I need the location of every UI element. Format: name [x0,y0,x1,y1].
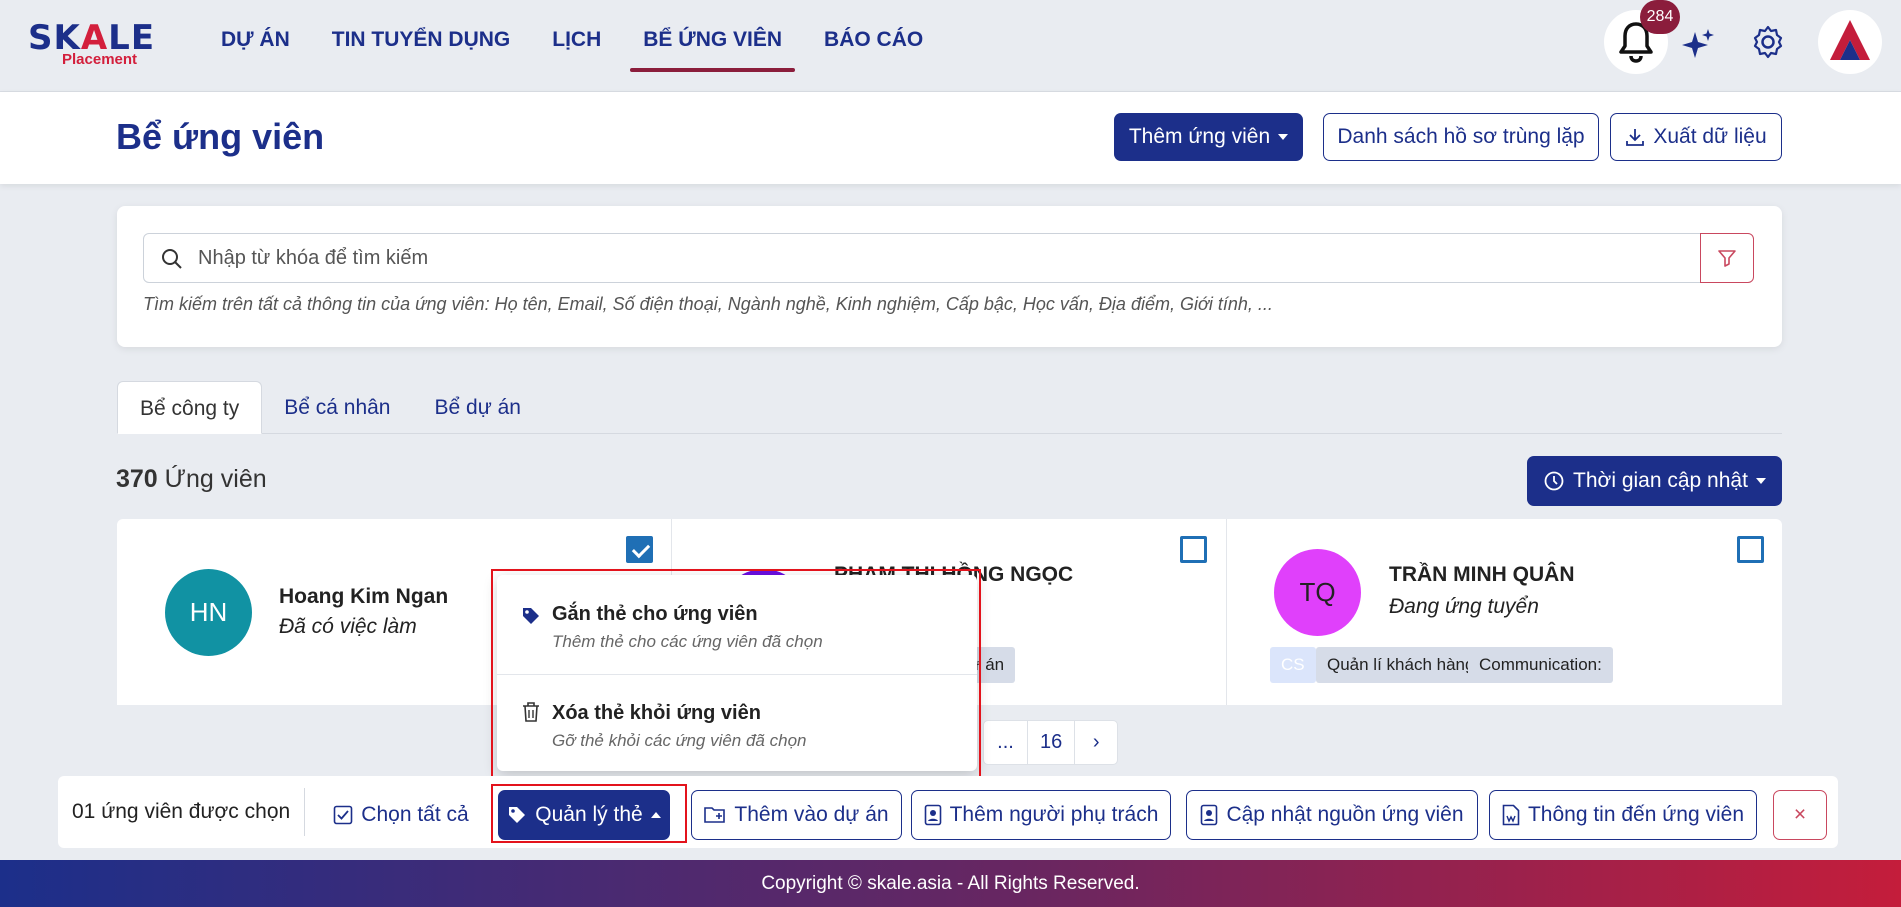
trash-icon [523,702,539,722]
tag-icon [509,807,526,823]
candidate-tag: Quản lí khách hàng [1316,647,1486,683]
id-badge-icon [1201,804,1218,826]
tab-be-cong-ty[interactable]: Bể công ty [117,381,263,434]
candidate-avatar: HN [165,569,252,656]
manage-tags-button[interactable]: Quản lý thẻ [498,790,670,840]
tag-icon [523,608,539,624]
candidate-status: Đã có việc làm [279,615,417,638]
checkbox-icon [333,805,353,825]
select-all-button[interactable]: Chọn tất cả [326,790,476,840]
search-icon [162,249,182,269]
pool-tabs: Bể công ty Bể cá nhân Bể dự án [117,381,1782,434]
page-header: Bể ứng viên Thêm ứng viên Danh sách hồ s… [0,92,1901,184]
candidate-count: 370 Ứng viên [116,465,267,493]
nav-item-lich[interactable]: LỊCH [531,0,622,72]
candidate-status: Đang ứng tuyển [1389,595,1539,618]
copyright-text: Copyright © skale.asia - All Rights Rese… [761,872,1140,894]
close-button[interactable]: × [1773,790,1827,840]
id-badge-icon [924,804,941,826]
add-candidate-button[interactable]: Thêm ứng viên [1114,113,1303,161]
tag-menu: Gắn thẻ cho ứng viên Thêm thẻ cho các ứn… [497,575,977,771]
clock-icon [1544,471,1564,491]
nav-item-be-ung-vien[interactable]: BỂ ỨNG VIÊN [622,0,803,72]
menu-item-remove-tag[interactable]: Xóa thẻ khỏi ứng viên Gỡ thẻ khỏi các ứn… [497,674,977,766]
divider [304,788,305,836]
selected-count: 01 ứng viên được chọn [72,800,291,823]
page-title: Bể ứng viên [116,116,325,157]
search-hint: Tìm kiếm trên tất cả thông tin của ứng v… [143,294,1273,314]
candidate-card[interactable]: TQ TRẦN MINH QUÂN Đang ứng tuyển CS Quản… [1227,519,1782,705]
duplicate-profiles-button[interactable]: Danh sách hồ sơ trùng lặp [1323,113,1599,161]
caret-up-icon [650,812,661,818]
filter-button[interactable] [1700,233,1754,283]
page-next[interactable]: › [1074,721,1117,764]
add-to-project-button[interactable]: Thêm vào dự án [691,790,902,840]
nav-item-bao-cao[interactable]: BÁO CÁO [803,0,944,72]
footer: Copyright © skale.asia - All Rights Rese… [0,860,1901,907]
candidate-checkbox[interactable] [626,536,653,563]
download-icon [1626,129,1645,146]
folder-plus-icon [704,807,726,823]
update-source-button[interactable]: Cập nhật nguồn ứng viên [1186,790,1478,840]
add-owner-button[interactable]: Thêm người phụ trách [911,790,1171,840]
pagination: ... 16 › [983,720,1119,765]
candidate-checkbox[interactable] [1737,536,1764,563]
document-icon [1502,804,1520,826]
search-box [143,233,1725,283]
page-last[interactable]: 16 [1027,721,1074,764]
candidate-name: TRẦN MINH QUÂN [1389,563,1575,586]
search-card: Tìm kiếm trên tất cả thông tin của ứng v… [117,206,1782,347]
filter-icon [1718,250,1736,267]
caret-down-icon [1755,478,1766,484]
menu-item-add-tag[interactable]: Gắn thẻ cho ứng viên Thêm thẻ cho các ứn… [497,575,977,667]
page-ellipsis: ... [997,731,1014,753]
export-data-button[interactable]: Xuất dữ liệu [1610,113,1782,161]
main-nav: DỰ ÁN TIN TUYỂN DỤNG LỊCH BỂ ỨNG VIÊN BÁ… [200,0,944,92]
candidate-tag: CS [1270,647,1316,683]
nav-item-du-an[interactable]: DỰ ÁN [200,0,311,72]
bulk-action-bar: 01 ứng viên được chọn Chọn tất cả Quản l… [58,776,1838,848]
ai-sparkle-icon[interactable] [1680,26,1716,62]
candidate-avatar: TQ [1274,549,1361,636]
top-navbar: SKALE Placement DỰ ÁN TIN TUYỂN DỤNG LỊC… [0,0,1901,92]
settings-gear-icon[interactable] [1748,22,1788,62]
candidate-name: Hoang Kim Ngan [279,585,449,608]
tab-be-ca-nhan[interactable]: Bể cá nhân [262,381,412,434]
sort-update-time-button[interactable]: Thời gian cập nhật [1527,456,1782,506]
nav-item-tin-tuyen-dung[interactable]: TIN TUYỂN DỤNG [311,0,532,72]
user-avatar[interactable] [1818,10,1882,74]
skale-logo[interactable]: SKALE Placement [28,20,154,72]
notification-badge: 284 [1640,0,1680,34]
candidate-tag: Communication: [1468,647,1613,683]
send-info-button[interactable]: Thông tin đến ứng viên [1489,790,1757,840]
search-input[interactable] [198,234,1698,282]
candidate-checkbox[interactable] [1180,536,1207,563]
caret-down-icon [1278,134,1289,140]
tab-be-du-an[interactable]: Bể dự án [413,381,543,434]
